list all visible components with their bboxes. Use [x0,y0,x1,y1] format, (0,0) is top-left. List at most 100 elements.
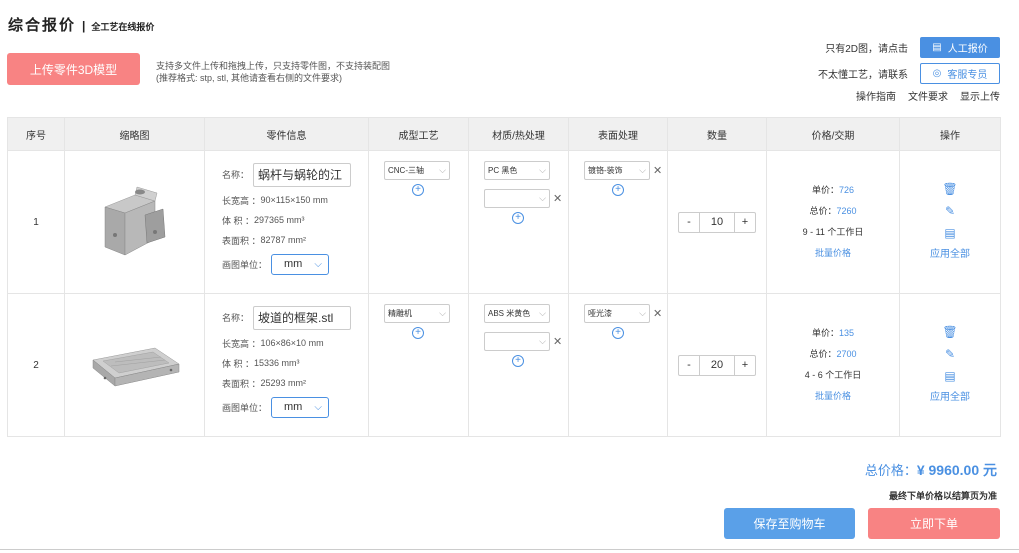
remove-icon[interactable]: ✕ [553,335,562,348]
page-title-main: 综合报价 [8,17,77,34]
add-surface-icon[interactable]: + [612,184,624,196]
guide-link[interactable]: 操作指南 [856,88,896,103]
process-select[interactable]: CNC-三轴 ⌵ [384,161,450,180]
unit-price: 135 [838,328,855,338]
header-actions: 操作 [899,117,1001,151]
place-order-button[interactable]: 立即下单 [868,508,1000,539]
add-material-icon[interactable]: + [512,212,524,224]
chevron-down-icon: ⌵ [439,308,446,318]
header-thumbnail: 缩略图 [64,117,205,151]
header-process: 成型工艺 [368,117,469,151]
page-title: 综合报价 | 全工艺在线报价 [8,14,154,35]
drawing-unit-select[interactable]: mm ⌵ [271,253,330,275]
drawing-unit-select[interactable]: mm ⌵ [271,396,330,418]
show-upload-link[interactable]: 显示上传 [960,88,1000,103]
chevron-down-icon: ⌵ [539,165,546,175]
add-material-icon[interactable]: + [512,355,524,367]
edit-icon[interactable]: ✎ [900,200,1000,222]
bulk-price-link[interactable]: 批量价格 [767,243,899,264]
document-icon[interactable]: ▤ [900,222,1000,244]
decrement-button[interactable]: - [679,216,699,228]
chevron-down-icon: ⌵ [539,336,546,346]
total-price: 7260 [836,206,857,216]
part-name-input[interactable]: 坡道的框架.stl [253,305,352,330]
grand-total-value: ¥ 9960.00 元 [916,462,997,478]
chevron-down-icon: ⌵ [539,193,546,203]
quantity-value[interactable]: 20 [699,354,735,376]
header-part-info: 零件信息 [204,117,369,151]
chevron-down-icon: ⌵ [639,165,646,175]
total-price: 2700 [836,349,857,359]
trash-icon[interactable]: 🗑 [900,321,1000,343]
material-select[interactable]: ABS 米黄色 ⌵ [484,304,550,323]
quantity-cell: - 20 + [667,293,767,437]
bottom-divider [0,549,1019,550]
title-separator: | [82,19,86,33]
price-cell: 单价：135 总价：2700 4 - 6 个工作日 批量价格 [766,293,900,437]
add-process-icon[interactable]: + [412,327,424,339]
process-select[interactable]: 精雕机 ⌵ [384,304,450,323]
quantity-value[interactable]: 10 [699,211,735,233]
actions-cell: 🗑 ✎ ▤ 应用全部 [899,293,1001,437]
only-2d-text: 只有2D图，请点击 [825,43,908,55]
heat-treatment-select[interactable]: ⌵ [484,189,550,208]
remove-icon[interactable]: ✕ [653,307,662,320]
chat-icon: ◎ [932,67,942,79]
thumbnail-cell [64,293,205,437]
remove-icon[interactable]: ✕ [653,164,662,177]
chevron-down-icon: ⌵ [439,165,446,175]
material-cell: PC 黑色 ⌵ ⌵ ✕ + [468,150,569,294]
customer-service-button[interactable]: ◎ 客服专员 [920,62,1000,84]
add-process-icon[interactable]: + [412,184,424,196]
part-volume: 297365 mm³ [254,215,305,225]
chevron-down-icon: ⌵ [314,401,323,413]
grand-total: 总价格：¥ 9960.00 元 [864,462,997,478]
heat-treatment-select[interactable]: ⌵ [484,332,550,351]
edit-icon[interactable]: ✎ [900,343,1000,365]
part-volume: 15336 mm³ [254,358,300,368]
actions-cell: 🗑 ✎ ▤ 应用全部 [899,150,1001,294]
add-surface-icon[interactable]: + [612,327,624,339]
header-surface: 表面处理 [568,117,668,151]
surface-treatment-select[interactable]: 镀铬-装饰 ⌵ [584,161,650,180]
chevron-down-icon: ⌵ [539,308,546,318]
header-index: 序号 [7,117,65,151]
thumbnail-cell [64,150,205,294]
table-header-row: 序号 缩略图 零件信息 成型工艺 材质/热处理 表面处理 数量 价格/交期 操作 [7,117,1001,151]
part-name-input[interactable]: 蜗杆与蜗轮的江 [253,162,352,187]
price-cell: 单价：726 总价：7260 9 - 11 个工作日 批量价格 [766,150,900,294]
quantity-stepper: - 10 + [678,211,756,233]
save-to-cart-button[interactable]: 保存至购物车 [724,508,855,539]
header-material: 材质/热处理 [468,117,569,151]
manual-quote-button[interactable]: ▤ 人工报价 [920,36,1000,58]
header-price: 价格/交期 [766,117,900,151]
quantity-cell: - 10 + [667,150,767,294]
document-icon: ▤ [932,41,942,53]
decrement-button[interactable]: - [679,359,699,371]
upload-3d-model-button[interactable]: 上传零件3D模型 [7,53,140,85]
surface-treatment-select[interactable]: 哑光漆 ⌵ [584,304,650,323]
page-subtitle: 全工艺在线报价 [91,22,155,32]
process-cell: 精雕机 ⌵ + [368,293,469,437]
table-row: 2 名称： 坡道的框架.stl 长宽高 ： 106×86×10 mm 体 积 ：… [7,293,1001,437]
document-icon[interactable]: ▤ [900,365,1000,387]
file-requirements-link[interactable]: 文件要求 [908,88,948,103]
part-surface-area: 25293 mm² [260,378,307,388]
surface-cell: 镀铬-装饰 ⌵ ✕ + [568,150,668,294]
trash-icon[interactable]: 🗑 [900,178,1000,200]
chevron-down-icon: ⌵ [314,258,323,270]
part-surface-area: 82787 mm² [260,235,307,245]
part-thumbnail-bracket [103,186,165,256]
no-process-text: 不太懂工艺，请联系 [818,69,908,81]
help-links: 操作指南 文件要求 显示上传 [818,88,1000,103]
increment-button[interactable]: + [735,359,755,371]
chevron-down-icon: ⌵ [639,308,646,318]
quantity-stepper: - 20 + [678,354,756,376]
bulk-price-link[interactable]: 批量价格 [767,386,899,407]
apply-all-link[interactable]: 应用全部 [900,387,1000,409]
increment-button[interactable]: + [735,216,755,228]
process-cell: CNC-三轴 ⌵ + [368,150,469,294]
material-select[interactable]: PC 黑色 ⌵ [484,161,550,180]
remove-icon[interactable]: ✕ [553,192,562,205]
apply-all-link[interactable]: 应用全部 [900,244,1000,266]
